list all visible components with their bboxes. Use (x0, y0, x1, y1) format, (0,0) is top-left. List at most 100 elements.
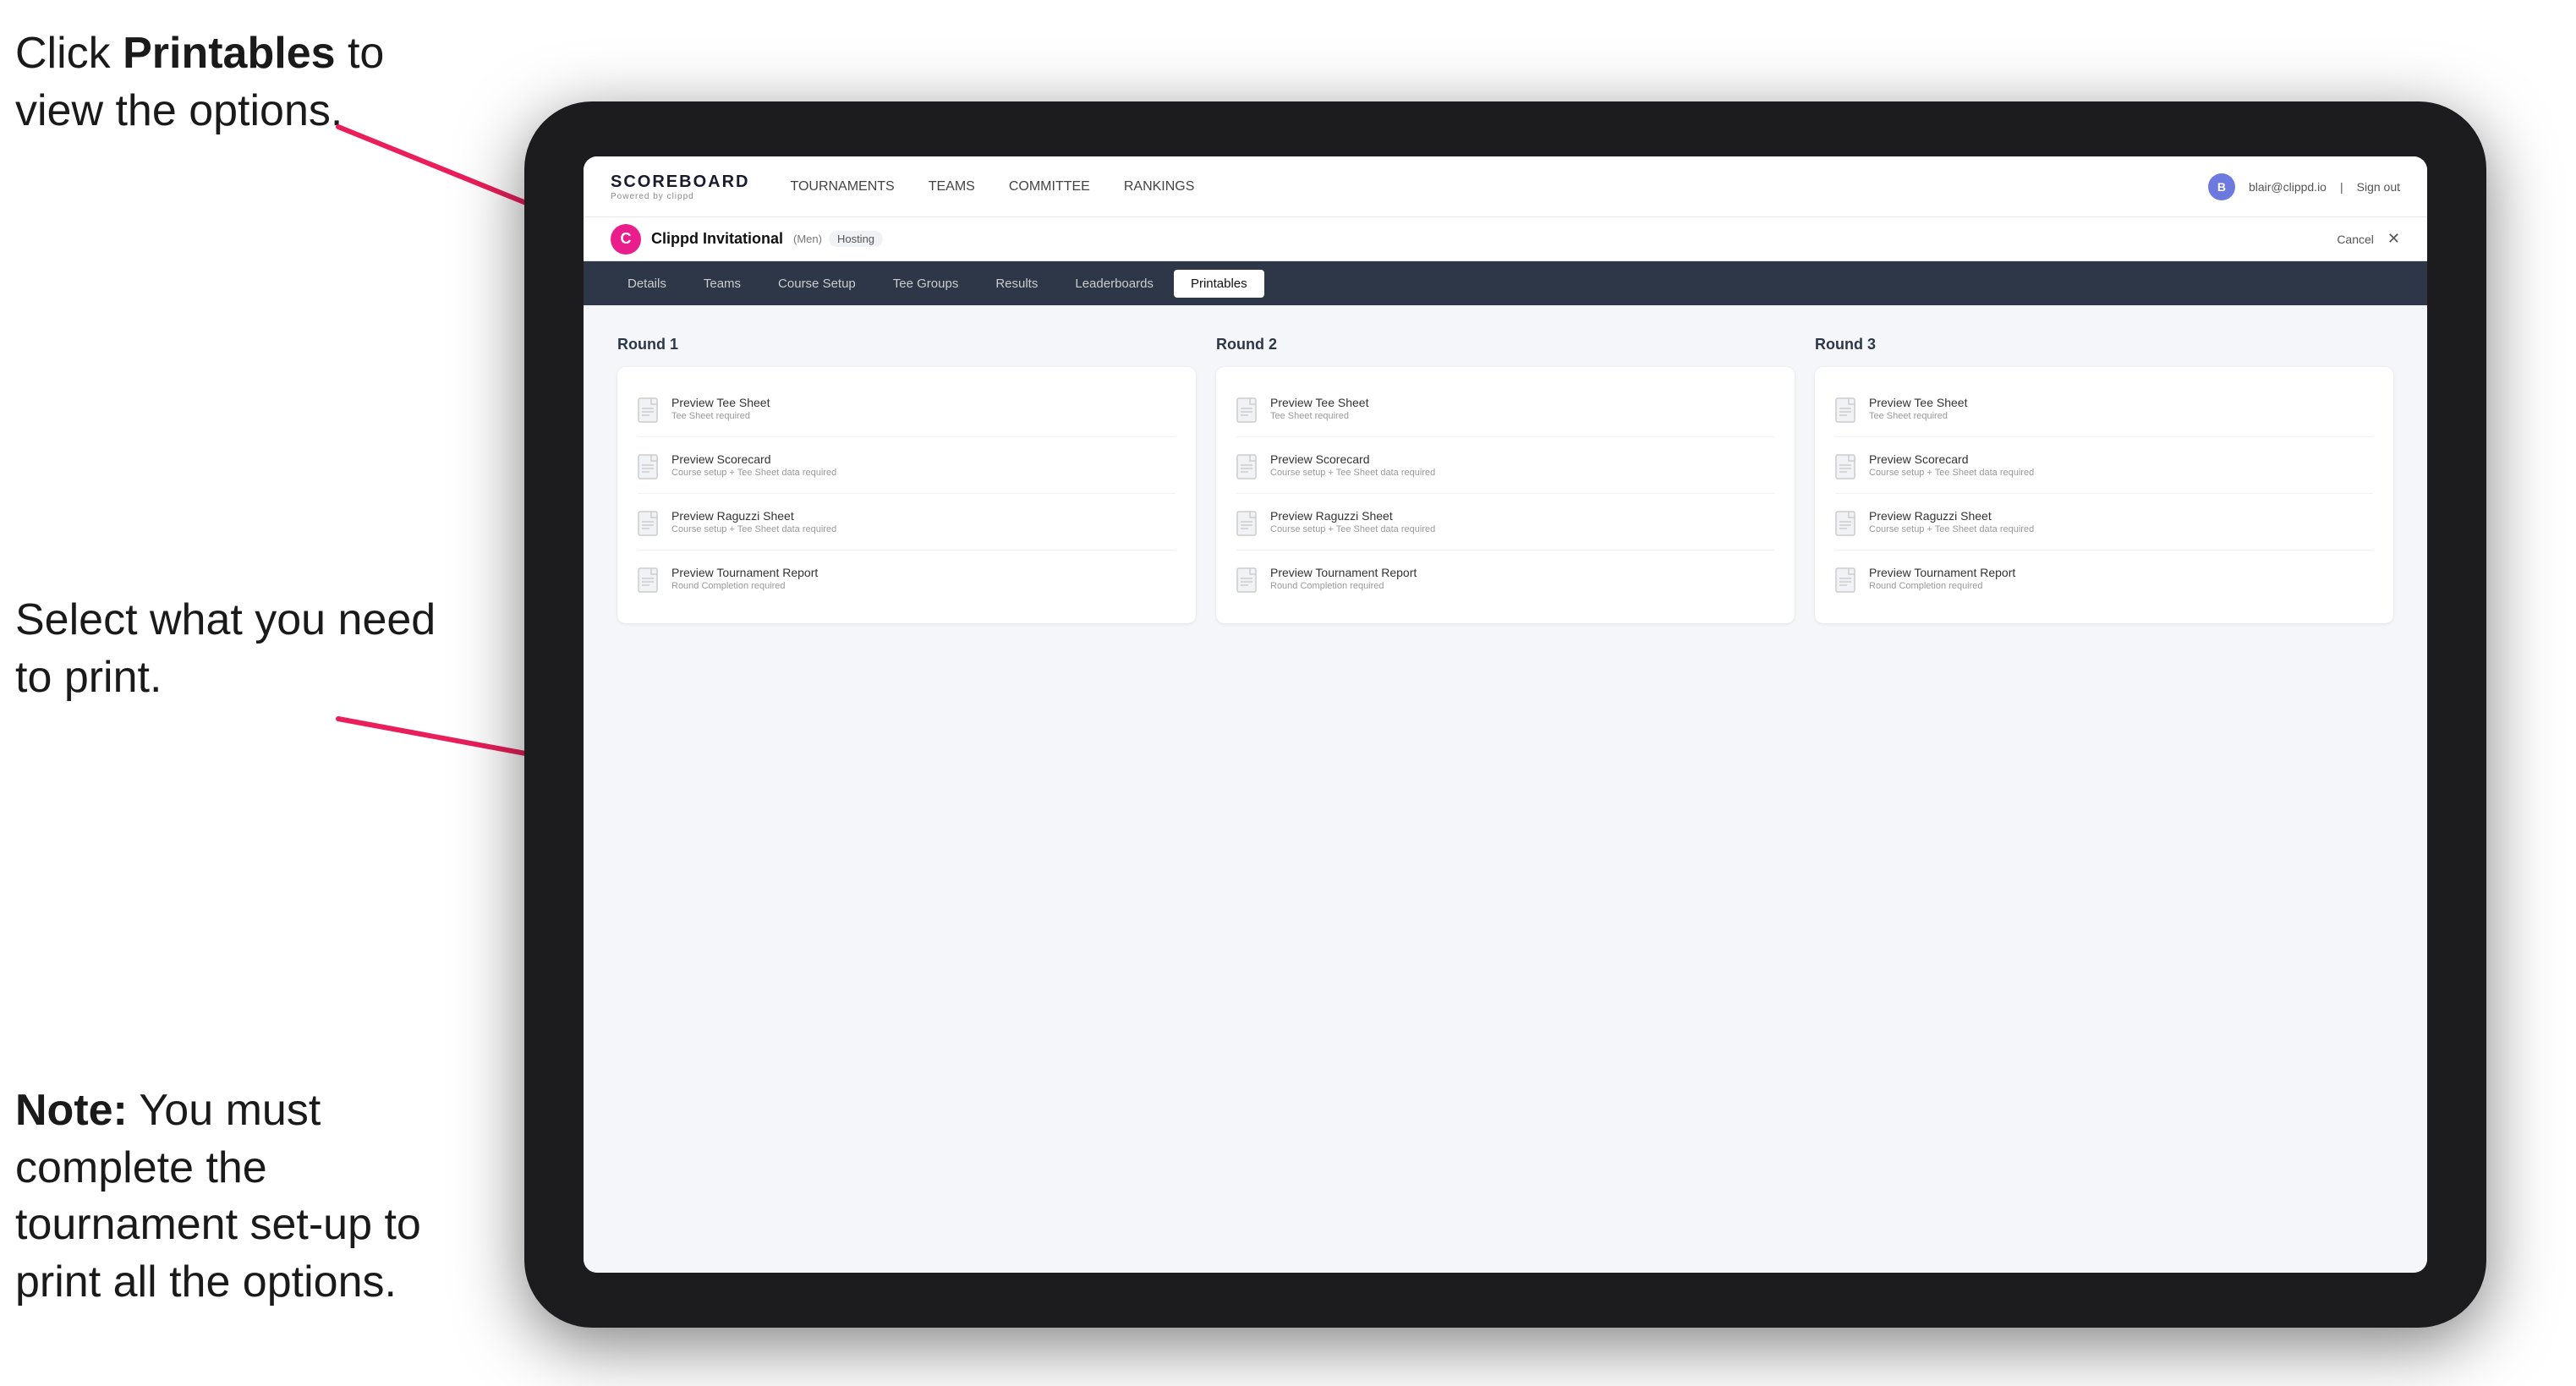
r2-tee-sheet-text: Preview Tee Sheet Tee Sheet required (1270, 396, 1368, 421)
top-nav: SCOREBOARD Powered by clippd TOURNAMENTS… (584, 156, 2427, 217)
doc-icon (638, 397, 661, 425)
r1-tournament-report-sub: Round Completion required (671, 581, 818, 591)
round-2-title: Round 2 (1216, 336, 1795, 353)
r1-scorecard[interactable]: Preview Scorecard Course setup + Tee She… (638, 441, 1176, 494)
r3-raguzzi-sub: Course setup + Tee Sheet data required (1869, 524, 2034, 534)
nav-teams[interactable]: TEAMS (929, 176, 975, 198)
r3-scorecard-title: Preview Scorecard (1869, 452, 2034, 466)
scoreboard-logo: SCOREBOARD Powered by clippd (611, 173, 749, 201)
doc-icon (1236, 454, 1260, 481)
r1-tee-sheet-sub: Tee Sheet required (671, 411, 770, 421)
doc-icon (1835, 454, 1859, 481)
r2-raguzzi-title: Preview Raguzzi Sheet (1270, 509, 1435, 523)
top-nav-right: B blair@clippd.io | Sign out (2208, 173, 2400, 200)
content-area: Round 1 (584, 305, 2427, 1273)
sign-out-link[interactable]: Sign out (2357, 180, 2400, 194)
r1-tournament-report-title: Preview Tournament Report (671, 566, 818, 579)
r2-raguzzi[interactable]: Preview Raguzzi Sheet Course setup + Tee… (1236, 497, 1774, 551)
r3-scorecard[interactable]: Preview Scorecard Course setup + Tee She… (1835, 441, 2373, 494)
tournament-status: Hosting (829, 231, 883, 247)
r3-raguzzi-text: Preview Raguzzi Sheet Course setup + Tee… (1869, 509, 2034, 534)
close-icon[interactable]: ✕ (2387, 230, 2400, 248)
round-1-column: Round 1 (617, 336, 1196, 1242)
r2-tournament-report-text: Preview Tournament Report Round Completi… (1270, 566, 1417, 591)
tournament-logo: C (611, 224, 641, 255)
r2-raguzzi-sub: Course setup + Tee Sheet data required (1270, 524, 1435, 534)
top-nav-links: TOURNAMENTS TEAMS COMMITTEE RANKINGS (790, 176, 2207, 198)
tournament-bar-right: Cancel ✕ (2337, 230, 2400, 248)
round-3-card: Preview Tee Sheet Tee Sheet required (1815, 367, 2393, 623)
round-3-title: Round 3 (1815, 336, 2393, 353)
tab-results[interactable]: Results (978, 270, 1055, 298)
nav-committee[interactable]: COMMITTEE (1009, 176, 1090, 198)
r1-scorecard-sub: Course setup + Tee Sheet data required (671, 468, 836, 478)
tablet-screen: SCOREBOARD Powered by clippd TOURNAMENTS… (584, 156, 2427, 1273)
r1-raguzzi-title: Preview Raguzzi Sheet (671, 509, 836, 523)
r2-scorecard-text: Preview Scorecard Course setup + Tee She… (1270, 452, 1435, 478)
divider: | (2340, 180, 2343, 194)
tournament-name: Clippd Invitational (651, 230, 783, 248)
tab-leaderboards[interactable]: Leaderboards (1058, 270, 1170, 298)
doc-icon (1236, 567, 1260, 594)
r1-raguzzi[interactable]: Preview Raguzzi Sheet Course setup + Tee… (638, 497, 1176, 551)
user-email: blair@clippd.io (2249, 180, 2327, 194)
doc-icon (1835, 511, 1859, 538)
doc-icon (638, 454, 661, 481)
annotation-note-bold: Note: (15, 1086, 128, 1135)
r3-tournament-report-text: Preview Tournament Report Round Completi… (1869, 566, 2015, 591)
r1-scorecard-title: Preview Scorecard (671, 452, 836, 466)
tab-course-setup[interactable]: Course Setup (761, 270, 873, 298)
scoreboard-sub: Powered by clippd (611, 192, 749, 201)
r1-raguzzi-text: Preview Raguzzi Sheet Course setup + Tee… (671, 509, 836, 534)
r2-tournament-report[interactable]: Preview Tournament Report Round Completi… (1236, 554, 1774, 606)
r3-scorecard-sub: Course setup + Tee Sheet data required (1869, 468, 2034, 478)
doc-icon (638, 567, 661, 594)
r2-tee-sheet[interactable]: Preview Tee Sheet Tee Sheet required (1236, 384, 1774, 437)
nav-rankings[interactable]: RANKINGS (1124, 176, 1195, 198)
r3-tournament-report-title: Preview Tournament Report (1869, 566, 2015, 579)
tablet-frame: SCOREBOARD Powered by clippd TOURNAMENTS… (524, 101, 2486, 1328)
r2-scorecard-sub: Course setup + Tee Sheet data required (1270, 468, 1435, 478)
round-1-card: Preview Tee Sheet Tee Sheet required (617, 367, 1196, 623)
r2-scorecard-title: Preview Scorecard (1270, 452, 1435, 466)
r1-tee-sheet-title: Preview Tee Sheet (671, 396, 770, 409)
tab-tee-groups[interactable]: Tee Groups (876, 270, 976, 298)
annotation-middle: Select what you need to print. (15, 592, 455, 706)
doc-icon (638, 511, 661, 538)
r2-tournament-report-sub: Round Completion required (1270, 581, 1417, 591)
nav-tournaments[interactable]: TOURNAMENTS (790, 176, 894, 198)
r1-tee-sheet[interactable]: Preview Tee Sheet Tee Sheet required (638, 384, 1176, 437)
r2-tee-sheet-sub: Tee Sheet required (1270, 411, 1368, 421)
r2-tee-sheet-title: Preview Tee Sheet (1270, 396, 1368, 409)
round-3-column: Round 3 (1815, 336, 2393, 1242)
r3-tournament-report-sub: Round Completion required (1869, 581, 2015, 591)
round-1-title: Round 1 (617, 336, 1196, 353)
r3-raguzzi[interactable]: Preview Raguzzi Sheet Course setup + Tee… (1835, 497, 2373, 551)
user-avatar: B (2208, 173, 2235, 200)
r3-tournament-report[interactable]: Preview Tournament Report Round Completi… (1835, 554, 2373, 606)
round-2-column: Round 2 (1216, 336, 1795, 1242)
r3-tee-sheet[interactable]: Preview Tee Sheet Tee Sheet required (1835, 384, 2373, 437)
r3-scorecard-text: Preview Scorecard Course setup + Tee She… (1869, 452, 2034, 478)
r2-scorecard[interactable]: Preview Scorecard Course setup + Tee She… (1236, 441, 1774, 494)
r1-tee-sheet-text: Preview Tee Sheet Tee Sheet required (671, 396, 770, 421)
r2-tournament-report-title: Preview Tournament Report (1270, 566, 1417, 579)
rounds-grid: Round 1 (617, 336, 2393, 1242)
r3-tee-sheet-title: Preview Tee Sheet (1869, 396, 1967, 409)
r2-raguzzi-text: Preview Raguzzi Sheet Course setup + Tee… (1270, 509, 1435, 534)
scoreboard-title: SCOREBOARD (611, 173, 749, 192)
doc-icon (1835, 397, 1859, 425)
tournament-bar: C Clippd Invitational (Men) Hosting Canc… (584, 217, 2427, 261)
doc-icon (1835, 567, 1859, 594)
r1-tournament-report[interactable]: Preview Tournament Report Round Completi… (638, 554, 1176, 606)
tab-details[interactable]: Details (611, 270, 683, 298)
cancel-button[interactable]: Cancel (2337, 233, 2374, 246)
r1-raguzzi-sub: Course setup + Tee Sheet data required (671, 524, 836, 534)
tab-teams[interactable]: Teams (687, 270, 758, 298)
round-2-card: Preview Tee Sheet Tee Sheet required (1216, 367, 1795, 623)
tab-printables[interactable]: Printables (1174, 270, 1264, 298)
r3-raguzzi-title: Preview Raguzzi Sheet (1869, 509, 2034, 523)
annotation-bold-printables: Printables (123, 29, 335, 78)
annotation-bottom: Note: You must complete the tournament s… (15, 1082, 455, 1311)
r1-tournament-report-text: Preview Tournament Report Round Completi… (671, 566, 818, 591)
